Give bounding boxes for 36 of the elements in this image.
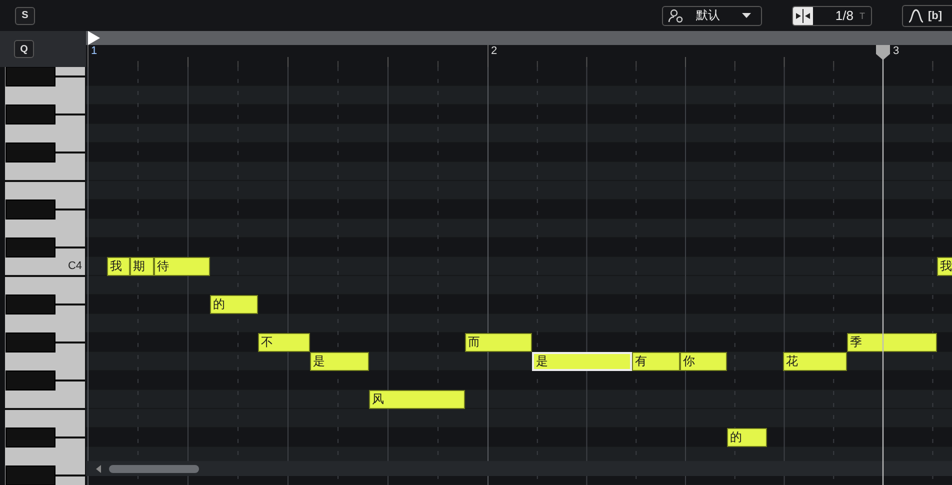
solo-button[interactable]: S: [15, 6, 35, 24]
curve-icon[interactable]: [906, 8, 926, 24]
bar-number: 3: [893, 45, 900, 57]
playhead[interactable]: [875, 45, 891, 485]
note-block[interactable]: 的: [210, 295, 258, 314]
preset-dropdown[interactable]: 默认: [662, 6, 762, 26]
note-block[interactable]: 季: [847, 333, 937, 352]
octave-label: C4: [68, 259, 82, 274]
snap-icon: [793, 6, 813, 24]
note-block[interactable]: 我: [107, 257, 130, 276]
bar-number: 2: [491, 45, 498, 57]
bracket-button[interactable]: [b]: [928, 10, 942, 22]
snap-value: 1/8: [834, 8, 854, 23]
snap-field[interactable]: 1/8 T: [792, 6, 872, 26]
caret-icon: [742, 13, 751, 18]
note-block[interactable]: 是: [310, 352, 369, 371]
horizontal-scrollbar[interactable]: [86, 461, 952, 476]
play-marker-icon: [88, 31, 100, 45]
bar-number: 1: [91, 45, 98, 57]
note-block[interactable]: 你: [680, 352, 727, 371]
note-block[interactable]: 花: [783, 352, 847, 371]
quantize-button[interactable]: Q: [14, 40, 34, 58]
person-settings-icon: [668, 8, 684, 22]
note-block[interactable]: 不: [258, 333, 310, 352]
note-block[interactable]: 待: [154, 257, 210, 276]
bar-ruler[interactable]: 1 2 3: [86, 45, 952, 67]
note-block[interactable]: 我: [937, 257, 952, 276]
note-block[interactable]: 的: [727, 428, 767, 447]
note-block[interactable]: 期: [130, 257, 154, 276]
scrollbar-thumb[interactable]: [109, 464, 199, 472]
note-block[interactable]: 有: [632, 352, 680, 371]
scroll-left-icon[interactable]: [96, 464, 101, 472]
triplet-label: T: [860, 10, 866, 20]
note-block[interactable]: 风: [369, 390, 465, 409]
note-block[interactable]: 而: [465, 333, 532, 352]
note-block[interactable]: 是: [532, 352, 632, 371]
